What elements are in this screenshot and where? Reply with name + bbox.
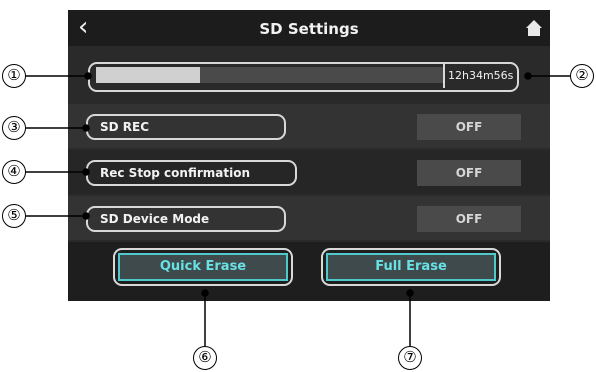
setting-row-sd-rec: SD REC OFF xyxy=(68,104,550,148)
setting-label: SD Device Mode xyxy=(100,212,210,226)
setting-label: Rec Stop confirmation xyxy=(100,166,251,180)
capacity-bar xyxy=(96,67,444,83)
capacity-row: 12h34m56s xyxy=(68,58,550,102)
setting-label: SD REC xyxy=(100,120,150,134)
page-title: SD Settings xyxy=(259,20,359,38)
setting-row-rec-stop-confirmation: Rec Stop confirmation OFF xyxy=(68,150,550,194)
home-icon[interactable] xyxy=(525,19,543,37)
callout-4: ④ xyxy=(2,160,26,184)
capacity-divider xyxy=(443,64,445,88)
callout-5: ⑤ xyxy=(2,204,26,228)
sd-device-mode-toggle[interactable]: OFF xyxy=(417,206,521,232)
sd-settings-screen: ‹ SD Settings 12h34m56s SD REC OFF Rec S… xyxy=(68,10,550,301)
full-erase-button[interactable]: Full Erase xyxy=(326,253,496,281)
quick-erase-button[interactable]: Quick Erase xyxy=(118,253,288,281)
capacity-bar-fill xyxy=(96,67,201,83)
title-bar: ‹ SD Settings xyxy=(68,10,550,46)
callout-1: ① xyxy=(2,64,26,88)
setting-row-sd-device-mode: SD Device Mode OFF xyxy=(68,196,550,240)
sd-rec-toggle[interactable]: OFF xyxy=(417,114,521,140)
callout-6: ⑥ xyxy=(193,346,217,370)
callout-3: ③ xyxy=(2,116,26,140)
callout-7: ⑦ xyxy=(398,346,422,370)
callout-2: ② xyxy=(570,64,594,88)
remaining-time: 12h34m56s xyxy=(448,69,514,82)
rec-stop-confirmation-toggle[interactable]: OFF xyxy=(417,160,521,186)
erase-area: Quick Erase Full Erase xyxy=(68,242,550,301)
